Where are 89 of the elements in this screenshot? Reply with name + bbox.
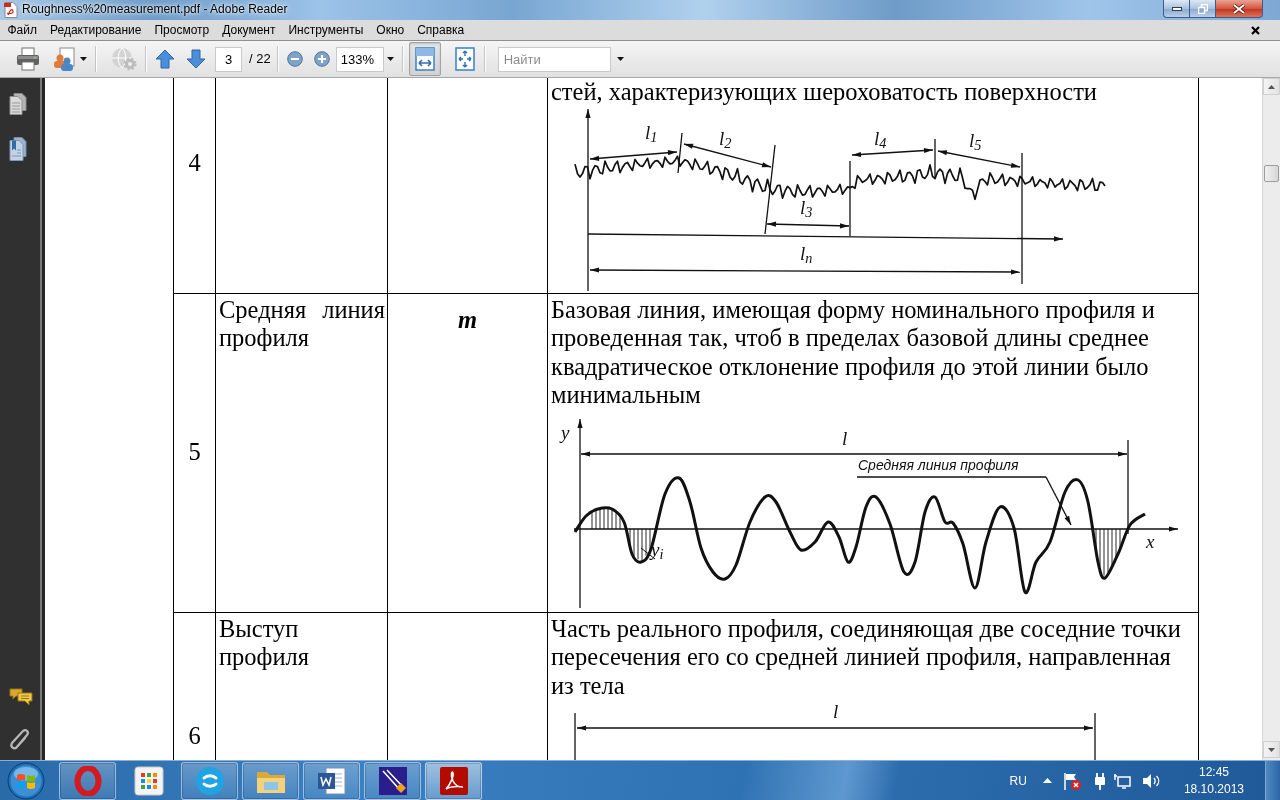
taskbar-button[interactable] (59, 761, 116, 800)
taskbar-button[interactable] (425, 761, 482, 800)
bubble-logo-icon (194, 765, 225, 796)
caret-icon (616, 57, 624, 61)
close-icon (1233, 3, 1245, 14)
figure-label: x (1146, 531, 1155, 551)
caret-icon (386, 57, 394, 61)
flag-alert-icon[interactable] (1062, 771, 1081, 790)
paperclip-icon (9, 727, 31, 751)
figure-label: l$_{4}$ (874, 128, 887, 148)
people-document-icon (52, 47, 76, 71)
figure-label: l (842, 428, 848, 448)
row-number: 4 (188, 149, 201, 178)
caret-icon (80, 57, 87, 61)
minimize-button[interactable] (1163, 0, 1190, 18)
menu-item[interactable]: Инструменты (282, 20, 370, 40)
language-indicator[interactable]: RU (1007, 771, 1029, 790)
bookmarks-button[interactable] (9, 137, 27, 161)
scroll-up-button[interactable] (1263, 78, 1280, 95)
taskbar-button[interactable] (364, 761, 421, 800)
restore-icon (1197, 3, 1208, 14)
arrow-down-icon (186, 49, 206, 69)
tile-grid-icon (133, 765, 164, 796)
menu-item[interactable]: Просмотр (147, 20, 216, 40)
triangle-up-icon (1268, 84, 1275, 89)
fit-width-icon (413, 47, 436, 71)
row-number: 6 (188, 721, 201, 750)
definition-text: стей, характеризующих шероховатость поверхности (550, 78, 1098, 107)
zoom-field[interactable]: 133% (335, 46, 384, 72)
scrollbar-thumb[interactable] (1264, 165, 1279, 182)
orb-logo-icon (7, 761, 45, 800)
page-count: / 22 (249, 50, 271, 69)
close-icon (1251, 25, 1260, 35)
figure-label: l$_{3}$ (800, 197, 813, 217)
menu-item[interactable]: Документ (215, 20, 282, 40)
pages-button[interactable] (9, 93, 27, 115)
show-hidden-icons-button[interactable] (1042, 778, 1052, 783)
figure-label: y$_{i}$ (651, 539, 664, 559)
definition-text: Базовая линия, имеющая форму номинального профиля и проведенная так, чтоб в пределах базовой длины среднее квадратическое отклонение профиля до этой линии было минимальным (550, 295, 1156, 410)
document-icon (4, 2, 18, 18)
figure-label: l (833, 702, 839, 721)
speech-bubbles-icon (9, 688, 33, 706)
triangle-down-icon (1268, 747, 1275, 752)
fit-width-button[interactable] (408, 42, 441, 76)
bookmark-icon (9, 137, 27, 161)
attachments-button[interactable] (9, 727, 31, 751)
menu-item[interactable]: Справка (410, 20, 471, 40)
pages-icon (9, 93, 27, 115)
pen-tile-icon (377, 765, 408, 796)
ring-logo-icon (72, 765, 103, 796)
figure-label: l$_{n}$ (800, 243, 813, 263)
figure-label: l$_{1}$ (645, 122, 658, 142)
clock[interactable]: 12:45 18.10.2013 (1180, 763, 1247, 798)
comments-button[interactable] (9, 688, 33, 706)
taskbar-button[interactable] (242, 761, 299, 800)
arrow-up-icon (155, 49, 175, 69)
minimize-icon (1171, 6, 1182, 11)
start-button[interactable] (7, 761, 45, 800)
swirl-tile-icon (438, 765, 469, 796)
symbol-text: m (457, 305, 478, 334)
definition-text: Часть реального профиля, соединяющая две соседние точки пересечения его со средней линией профиля, направленная из тела (550, 614, 1182, 700)
callout-label: Средняя линия профиля (858, 457, 1019, 472)
window-title: Roughness%20measurement.pdf - Adobe Reader (22, 1, 288, 18)
taskbar-button[interactable] (303, 761, 360, 800)
globe-gear-icon (111, 47, 137, 71)
taskbar-button[interactable] (181, 761, 238, 800)
menu-item[interactable]: Окно (369, 20, 411, 40)
network-monitor-icon[interactable] (1112, 772, 1131, 789)
figure-label: y (561, 422, 570, 442)
figure-label: l$_{5}$ (969, 130, 982, 150)
row-number: 5 (188, 438, 201, 467)
search-field[interactable]: Найти (497, 46, 611, 72)
triangle-icon (1042, 778, 1052, 783)
term-text: Средняя линия профиля (219, 295, 385, 353)
minus-circle-icon (286, 51, 303, 67)
plus-circle-icon (313, 51, 330, 67)
close-document-button[interactable] (1251, 25, 1260, 35)
menu-item[interactable]: Редактирование (43, 20, 148, 40)
figure-label: l$_{2}$ (719, 128, 732, 148)
page-number-field[interactable]: 3 (215, 46, 242, 72)
printer-icon (16, 47, 40, 71)
speaker-icon[interactable] (1141, 772, 1160, 789)
fit-page-icon (453, 47, 476, 71)
menu-item[interactable]: Файл (1, 20, 44, 40)
close-button[interactable] (1216, 0, 1263, 18)
word-document-icon (316, 765, 347, 796)
term-text: Выступ профиля (219, 614, 311, 672)
restore-button[interactable] (1190, 0, 1216, 18)
scroll-down-button[interactable] (1263, 741, 1280, 758)
